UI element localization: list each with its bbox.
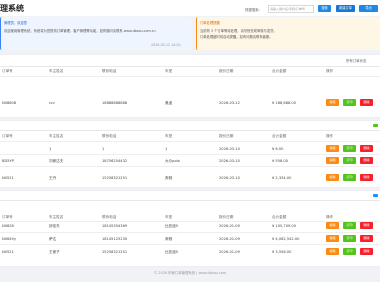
page-title: 理系统 [0, 4, 24, 13]
top-header: 理系统 快捷搜索： 请输入用户名/手机/订单号 搜索 新建订单 导出 [0, 0, 380, 16]
edit-button[interactable]: 编辑 [326, 222, 339, 229]
search-label: 快捷搜索： [245, 8, 262, 12]
edit-button[interactable]: 编辑 [326, 157, 339, 164]
print-button[interactable]: 打印 [343, 235, 356, 242]
reminder-line-2: 订单处理超时将自动提醒，如有问题请联系客服。 [200, 35, 273, 39]
welcome-notice: 管理员，欢迎您 欢迎使用管理系统，系统将为您提供订单管理、客户管理等功能，如有疑… [0, 17, 192, 50]
edit-button[interactable]: 编辑 [326, 248, 339, 255]
delete-button[interactable]: 删除 [360, 174, 373, 181]
orders-panel-2: 订单号 车主姓名 联系电话 车型 报价日期 合计金额 操作 1 1 1 2026… [0, 121, 380, 187]
delete-button[interactable]: 删除 [360, 222, 373, 229]
orders-panel-1: 所有订单状态 订单号 车主姓名 联系电话 车型 报价日期 合计金额 操作 N08… [0, 55, 380, 117]
edit-button[interactable]: 编辑 [326, 235, 339, 242]
edit-button[interactable]: 编辑 [326, 99, 339, 106]
export-button[interactable]: 导出 [359, 5, 378, 12]
divider [0, 66, 380, 67]
print-button[interactable]: 打印 [343, 248, 356, 255]
col-order-id: 订单号 [2, 69, 13, 73]
reminder-line-1: 当前有 3 个订单等待处理，请尽快完成审核与发货。 [200, 29, 277, 33]
search-button[interactable]: 搜索 [318, 5, 331, 12]
edit-button[interactable]: 编辑 [326, 174, 339, 181]
col-actions: 操作 [326, 69, 334, 73]
welcome-text: 欢迎使用管理系统，系统将为您提供订单管理、客户管理等功能，如有疑问请联系 www… [4, 29, 156, 33]
search-input[interactable]: 请输入用户名/手机/订单号 [268, 5, 314, 13]
delete-button[interactable]: 删除 [360, 99, 373, 106]
delete-button[interactable]: 删除 [360, 145, 373, 152]
status-indicator-icon [373, 124, 378, 127]
col-phone: 联系电话 [102, 69, 117, 73]
new-order-button[interactable]: 新建订单 [336, 5, 355, 12]
edit-button[interactable]: 编辑 [326, 145, 339, 152]
delete-button[interactable]: 删除 [360, 248, 373, 255]
print-button[interactable]: 打印 [343, 99, 356, 106]
print-button[interactable]: 打印 [343, 222, 356, 229]
status-indicator-icon [373, 194, 378, 197]
delete-button[interactable]: 删除 [360, 157, 373, 164]
print-button[interactable]: 打印 [343, 174, 356, 181]
welcome-title: 管理员，欢迎您 [4, 21, 28, 25]
footer: © 2026 车辆订单管理系统 | www.dbsou.com [153, 271, 227, 275]
col-date: 报价日期 [219, 69, 234, 73]
reminder-title: 订单处理提醒 [200, 21, 220, 25]
orders-panel-3: 订单号 车主姓名 联系电话 车型 报价日期 合计金额 操作 N0828 钟佳东 … [0, 191, 380, 266]
col-car: 车型 [165, 69, 173, 73]
col-amount: 合计金额 [272, 69, 287, 73]
welcome-date: 2026-03-12 14:02 [151, 43, 181, 47]
order-reminder-notice: 订单处理提醒 当前有 3 个订单等待处理，请尽快完成审核与发货。 订单处理超时将… [196, 17, 380, 50]
status-filter[interactable]: 所有订单状态 [346, 58, 366, 63]
col-owner: 车主姓名 [49, 69, 64, 73]
print-button[interactable]: 打印 [343, 145, 356, 152]
delete-button[interactable]: 删除 [360, 235, 373, 242]
print-button[interactable]: 打印 [343, 157, 356, 164]
